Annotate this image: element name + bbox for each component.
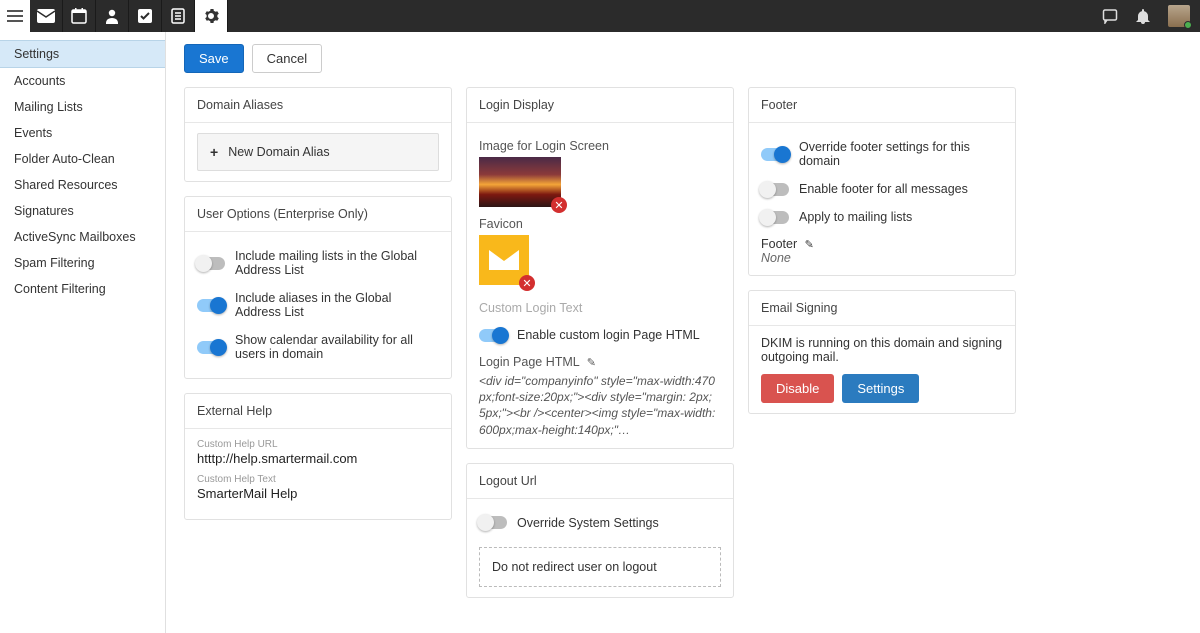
toggle-calendar-availability[interactable]: [197, 341, 225, 354]
hamburger-icon[interactable]: [0, 0, 30, 32]
custom-login-text-input[interactable]: Custom Login Text: [479, 295, 721, 321]
login-image-thumbnail[interactable]: ✕: [479, 157, 561, 207]
notes-icon[interactable]: [162, 0, 195, 32]
toggle-label: Include mailing lists in the Global Addr…: [235, 249, 439, 277]
card-title: Domain Aliases: [185, 88, 451, 123]
help-text-label: Custom Help Text: [197, 474, 439, 485]
edit-icon[interactable]: ✎: [805, 239, 814, 251]
login-image-label: Image for Login Screen: [479, 139, 721, 153]
card-title: Footer: [749, 88, 1015, 123]
favicon-thumbnail[interactable]: ✕: [479, 235, 529, 285]
user-avatar[interactable]: [1168, 5, 1190, 27]
card-title: External Help: [185, 394, 451, 429]
footer-value: None: [761, 251, 1003, 265]
topbar: [0, 0, 1200, 32]
login-display-card: Login Display Image for Login Screen ✕ F…: [466, 87, 734, 449]
help-text-input[interactable]: SmarterMail Help: [197, 486, 439, 501]
sidebar-item-content-filtering[interactable]: Content Filtering: [0, 276, 165, 302]
main-content: Save Cancel Domain Aliases + New Domain …: [166, 32, 1200, 633]
toggle-label: Show calendar availability for all users…: [235, 333, 439, 361]
bell-icon[interactable]: [1136, 8, 1150, 24]
favicon-label: Favicon: [479, 217, 721, 231]
check-icon[interactable]: [129, 0, 162, 32]
toggle-override-footer[interactable]: [761, 148, 789, 161]
toggle-label: Enable custom login Page HTML: [517, 328, 700, 342]
toggle-footer-mailing-lists[interactable]: [761, 211, 789, 224]
logout-url-card: Logout Url Override System Settings Do n…: [466, 463, 734, 598]
edit-icon[interactable]: ✎: [587, 357, 596, 369]
logout-redirect-message: Do not redirect user on logout: [479, 547, 721, 587]
toggle-label: Override footer settings for this domain: [799, 140, 1003, 168]
toggle-override-logout[interactable]: [479, 516, 507, 529]
card-title: Login Display: [467, 88, 733, 123]
card-title: User Options (Enterprise Only): [185, 197, 451, 232]
footer-card: Footer Override footer settings for this…: [748, 87, 1016, 276]
new-domain-alias-label: New Domain Alias: [228, 145, 329, 159]
remove-favicon-icon[interactable]: ✕: [519, 275, 535, 291]
sidebar: Settings Accounts Mailing Lists Events F…: [0, 32, 166, 633]
dkim-settings-button[interactable]: Settings: [842, 374, 919, 403]
toggle-mailing-lists-gal[interactable]: [197, 257, 225, 270]
sidebar-item-shared-resources[interactable]: Shared Resources: [0, 172, 165, 198]
sidebar-item-events[interactable]: Events: [0, 120, 165, 146]
sidebar-item-activesync[interactable]: ActiveSync Mailboxes: [0, 224, 165, 250]
login-page-html-value: <div id="companyinfo" style="max-width:4…: [479, 373, 721, 438]
toggle-label: Override System Settings: [517, 516, 659, 530]
mail-icon[interactable]: [30, 0, 63, 32]
sidebar-item-mailing-lists[interactable]: Mailing Lists: [0, 94, 165, 120]
card-title: Logout Url: [467, 464, 733, 499]
help-url-label: Custom Help URL: [197, 439, 439, 450]
person-icon[interactable]: [96, 0, 129, 32]
card-title: Email Signing: [749, 291, 1015, 326]
disable-dkim-button[interactable]: Disable: [761, 374, 834, 403]
dkim-status: DKIM is running on this domain and signi…: [761, 336, 1003, 364]
domain-aliases-card: Domain Aliases + New Domain Alias: [184, 87, 452, 182]
toggle-aliases-gal[interactable]: [197, 299, 225, 312]
toggle-enable-custom-html[interactable]: [479, 329, 507, 342]
external-help-card: External Help Custom Help URL htttp://he…: [184, 393, 452, 520]
sidebar-item-folder-auto-clean[interactable]: Folder Auto-Clean: [0, 146, 165, 172]
toggle-label: Apply to mailing lists: [799, 210, 912, 224]
toggle-label: Enable footer for all messages: [799, 182, 968, 196]
envelope-icon: [489, 250, 519, 270]
help-url-input[interactable]: htttp://help.smartermail.com: [197, 451, 439, 466]
chat-icon[interactable]: [1102, 8, 1118, 24]
settings-icon[interactable]: [195, 0, 228, 32]
email-signing-card: Email Signing DKIM is running on this do…: [748, 290, 1016, 414]
sidebar-item-settings[interactable]: Settings: [0, 40, 165, 68]
calendar-icon[interactable]: [63, 0, 96, 32]
toggle-label: Include aliases in the Global Address Li…: [235, 291, 439, 319]
sidebar-item-signatures[interactable]: Signatures: [0, 198, 165, 224]
login-page-html-label: Login Page HTML: [479, 355, 579, 369]
cancel-button[interactable]: Cancel: [252, 44, 322, 73]
sidebar-item-spam-filtering[interactable]: Spam Filtering: [0, 250, 165, 276]
save-button[interactable]: Save: [184, 44, 244, 73]
sidebar-item-accounts[interactable]: Accounts: [0, 68, 165, 94]
footer-label: Footer: [761, 237, 797, 251]
user-options-card: User Options (Enterprise Only) Include m…: [184, 196, 452, 379]
plus-icon: +: [210, 144, 218, 160]
new-domain-alias-button[interactable]: + New Domain Alias: [197, 133, 439, 171]
toggle-enable-footer-all[interactable]: [761, 183, 789, 196]
remove-login-image-icon[interactable]: ✕: [551, 197, 567, 213]
